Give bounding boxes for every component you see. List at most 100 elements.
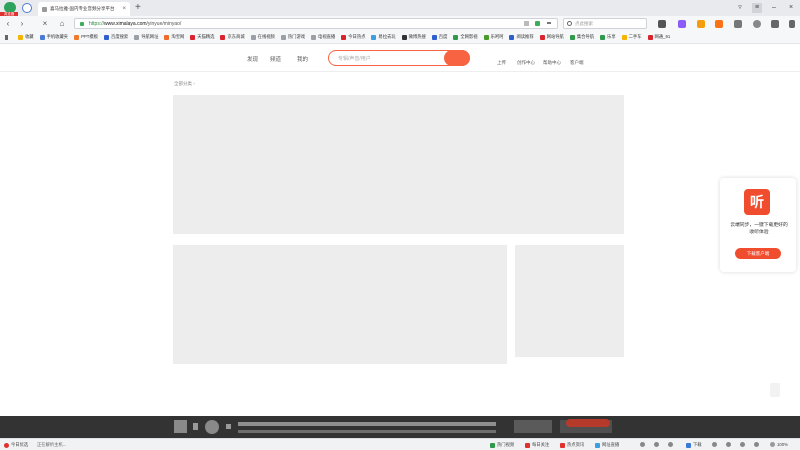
bookmark-favicon-icon	[647, 34, 653, 40]
bookmark-item[interactable]: 手机收藏夹	[39, 34, 69, 40]
next-track-icon[interactable]	[226, 424, 231, 429]
speed-mode-icon[interactable]	[535, 21, 540, 26]
bookmark-item[interactable]: 收藏	[18, 34, 34, 40]
bookmark-item[interactable]: 热门游戏	[280, 34, 305, 40]
bookmark-favicon-icon	[341, 34, 347, 40]
progress-bar[interactable]	[238, 430, 496, 433]
url-input[interactable]: https://www.ximalaya.com/yinyue/minyao/	[74, 18, 558, 29]
url-dropdown-icon[interactable]	[547, 22, 551, 25]
status-tool-g-icon[interactable]	[754, 442, 759, 447]
bookmark-item[interactable]: 网通_91	[647, 34, 671, 40]
bookmark-item[interactable]: 淘宝网	[164, 34, 184, 40]
help-center-link[interactable]: 帮助中心	[543, 60, 561, 66]
bookmark-favicon-icon	[311, 34, 317, 40]
nav-mine[interactable]: 我的	[297, 55, 308, 63]
status-hot-news[interactable]: 热点资讯	[560, 442, 584, 448]
shirt-icon[interactable]: ▿	[735, 3, 745, 13]
status-daily-follow-label: 每日关注	[532, 442, 550, 447]
creator-center-link[interactable]: 创作中心	[517, 60, 535, 66]
status-tool-e-icon[interactable]	[726, 442, 731, 447]
game-icon[interactable]	[715, 20, 723, 28]
browser-search-input[interactable]: 点此搜索	[563, 18, 647, 29]
forward-icon[interactable]: ›	[17, 18, 27, 29]
download-client-button[interactable]: 下载客户端	[735, 248, 781, 259]
close-window-icon[interactable]: ×	[786, 3, 796, 13]
bookmark-item[interactable]: 百度搜索	[104, 34, 128, 40]
bookmark-item[interactable]: 全网影视	[453, 34, 478, 40]
bookmark-item[interactable]: 二手车	[621, 34, 642, 40]
nav-channels[interactable]: 频道	[270, 55, 281, 63]
bookmark-label: 二手车	[628, 34, 642, 39]
nav-discover[interactable]: 发现	[247, 55, 258, 63]
stop-loading-icon[interactable]: ×	[40, 18, 50, 29]
status-daily-follow[interactable]: 每日关注	[525, 442, 549, 448]
bookmark-item[interactable]: 阅读推荐	[509, 34, 534, 40]
status-hot-video[interactable]: 热门视频	[490, 442, 514, 448]
status-today-picks[interactable]: 今日优选	[4, 442, 28, 448]
bookmark-item[interactable]: 乐呵呵	[483, 34, 504, 40]
bookmark-label: 手机收藏夹	[46, 34, 69, 39]
bookmark-label: 天猫精选	[197, 34, 215, 39]
bookmark-label: 网通_91	[654, 34, 671, 39]
category-breadcrumb[interactable]: 全部分类 ›	[174, 81, 195, 87]
undo-icon[interactable]	[771, 20, 779, 28]
previous-track-icon[interactable]	[193, 423, 198, 430]
site-search-input[interactable]: 专辑/声音/用户	[328, 50, 470, 66]
extension-orange-icon[interactable]	[697, 20, 705, 28]
bookmark-item[interactable]: 天猫精选	[190, 34, 214, 40]
bookmark-item[interactable]: 网站导航	[539, 34, 564, 40]
status-today-picks-label: 今日优选	[11, 442, 29, 447]
status-tool-d-icon[interactable]	[712, 442, 717, 447]
bookmarks-bar: 收藏 手机收藏夹 PPT模板 百度搜索 导航网址 淘宝网 天猫精选 京东商城 在线视频 热门游戏 电…	[0, 31, 800, 44]
status-web-live[interactable]: 网址直播	[595, 442, 619, 448]
bookmark-item[interactable]: 京东商城	[220, 34, 245, 40]
tab-close-icon[interactable]: ×	[122, 6, 126, 12]
scissors-icon[interactable]	[658, 20, 666, 28]
bookmark-item[interactable]: PPT模板	[74, 34, 98, 40]
navigation-icon[interactable]	[22, 3, 32, 13]
menu-icon[interactable]: ≡	[752, 3, 762, 13]
today-picks-icon	[4, 442, 9, 448]
bookmark-item[interactable]: 电视直播	[311, 34, 335, 40]
new-tab-button[interactable]: +	[135, 2, 141, 14]
upload-link[interactable]: 上传	[497, 60, 506, 66]
volume-control[interactable]	[514, 420, 552, 433]
status-download-label: 下载	[693, 442, 702, 447]
bookmark-item[interactable]: 百度	[431, 34, 447, 40]
more-menu-icon[interactable]	[789, 20, 795, 28]
player-action-badge[interactable]	[566, 419, 610, 427]
bookmark-label: 乐呵呵	[490, 34, 504, 39]
reader-mode-icon[interactable]	[524, 21, 529, 26]
back-to-top-button[interactable]	[770, 383, 780, 397]
status-tool-c-icon[interactable]	[668, 442, 673, 447]
bookmark-item[interactable]: 易拉去玩	[371, 34, 396, 40]
bookmark-favicon-icon	[509, 34, 515, 40]
status-tool-a-icon[interactable]	[640, 442, 645, 447]
apps-grid-icon[interactable]	[734, 20, 742, 28]
zoom-level[interactable]: 100%	[770, 442, 788, 447]
client-download-link[interactable]: 客户端	[570, 60, 584, 66]
bookmark-item[interactable]: 导航网址	[134, 34, 158, 40]
site-search-button[interactable]	[444, 50, 470, 66]
status-tool-f-icon[interactable]	[740, 442, 745, 447]
status-download[interactable]: 下载	[686, 442, 702, 448]
extension-purple-icon[interactable]	[678, 20, 686, 28]
status-hot-news-label: 热点资讯	[567, 442, 585, 447]
home-icon[interactable]: ⌂	[57, 18, 67, 29]
bookmark-item[interactable]: 乐享	[600, 34, 616, 40]
bookmark-item[interactable]: 微博热搜	[401, 34, 426, 40]
play-button[interactable]	[205, 420, 219, 434]
track-cover[interactable]	[174, 420, 187, 433]
bookmark-item[interactable]: 今日热点	[341, 34, 365, 40]
back-icon[interactable]: ‹	[3, 18, 13, 29]
bookmark-favicon-icon	[18, 34, 23, 40]
bookmark-favicon-icon	[621, 34, 627, 40]
settings-gear-icon[interactable]	[753, 20, 761, 28]
browser-tab[interactable]: 喜马拉雅-国内专业音频分享平台 ×	[38, 2, 130, 16]
url-scheme: https://	[89, 20, 105, 27]
bookmark-item[interactable]: 集合导航	[569, 34, 594, 40]
bookmarks-toggle-icon[interactable]	[5, 35, 9, 40]
minimize-icon[interactable]: –	[769, 3, 779, 13]
bookmark-item[interactable]: 在线视频	[250, 34, 275, 40]
status-tool-b-icon[interactable]	[654, 442, 659, 447]
